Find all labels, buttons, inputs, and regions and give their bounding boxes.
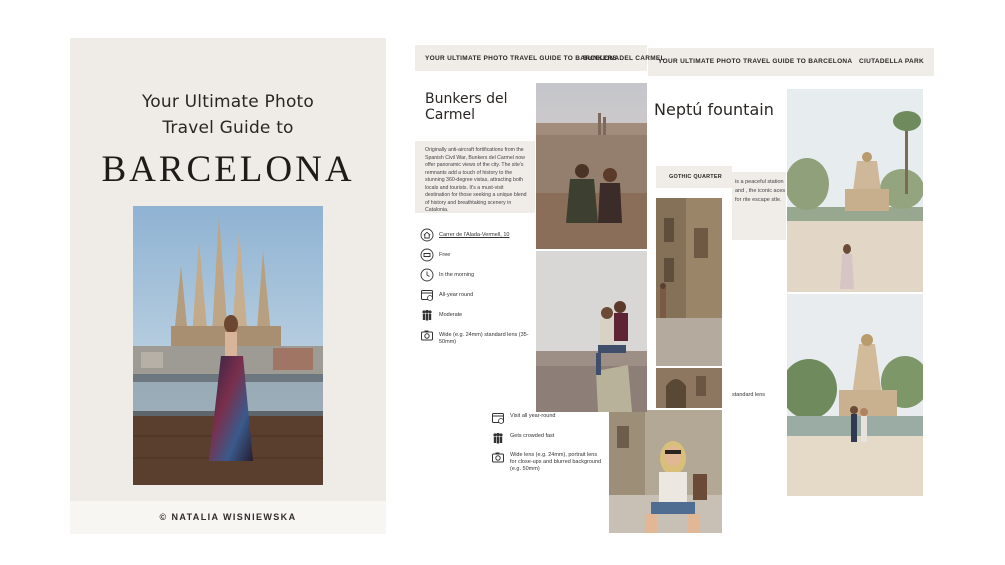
calendar-icon — [421, 290, 433, 301]
cover-subtitle-line1: Your Ultimate Photo — [141, 92, 315, 112]
page-title: Neptú fountain — [654, 100, 774, 119]
info-text: In the morning — [439, 272, 475, 278]
camera-icon — [492, 452, 504, 463]
ebook-cover: Your Ultimate Photo Travel Guide to BARC… — [70, 38, 386, 534]
home-icon — [420, 228, 434, 242]
page-description: Originally anti-aircraft fortifications … — [415, 141, 535, 213]
page-header: YOUR ULTIMATE PHOTO TRAVEL GUIDE TO BARC… — [648, 48, 934, 76]
info-text: All-year round — [439, 292, 474, 298]
info-text: Free — [439, 252, 451, 258]
info-text: Gets crowded fast — [510, 433, 555, 439]
camera-icon — [421, 330, 433, 341]
brochure-preview: Your Ultimate Photo Travel Guide to BARC… — [0, 0, 1005, 565]
photo-woman-sitting-gothic-quarter — [609, 410, 722, 533]
photo-couple-on-bunker — [536, 251, 647, 412]
header-location: CIUTADELLA PARK — [859, 58, 925, 65]
header-guide-title: YOUR ULTIMATE PHOTO TRAVEL GUIDE TO BARC… — [658, 58, 853, 65]
info-text: Moderate — [439, 312, 463, 318]
cover-title: BARCELONA — [101, 149, 355, 190]
page-description-partial: is a peaceful station and , the iconic a… — [732, 172, 786, 240]
info-text: Wide lens (e.g. 24mm), portrait lens for… — [510, 452, 602, 472]
page-bunkers-del-carmel: YOUR ULTIMATE PHOTO TRAVEL GUIDE TO BARC… — [415, 45, 665, 412]
cover-author: © NATALIA WISNIEWSKA — [70, 501, 386, 534]
info-text: Visit all year-round — [510, 413, 556, 419]
clock-icon — [420, 268, 434, 282]
page-header: YOUR ULTIMATE PHOTO TRAVEL GUIDE TO BARC… — [415, 45, 665, 71]
photo-gothic-arch — [656, 368, 722, 408]
address-link[interactable]: Carrer de l'Alada-Vermell, 10 — [439, 232, 535, 239]
lens-info-partial: standard lens — [732, 392, 766, 398]
photo-gothic-street — [656, 198, 722, 366]
cover-subtitle-line2: Travel Guide to — [162, 118, 294, 138]
photo-couple-overlooking-city — [536, 83, 647, 249]
section-label: GOTHIC QUARTER — [656, 166, 732, 188]
crowd-icon — [493, 432, 503, 444]
crowd-icon — [422, 309, 432, 321]
photo-couple-at-fountain — [787, 294, 923, 496]
cover-photo-sagrada-familia — [133, 206, 323, 485]
photo-cascada-fountain — [787, 89, 923, 292]
calendar-icon — [492, 413, 504, 424]
header-location: BUNKERS DEL CARMEL — [583, 55, 665, 62]
ticket-icon — [420, 248, 434, 262]
page-title: Bunkers del Carmel — [425, 91, 508, 123]
info-text: Wide (e.g. 24mm) standard lens (35-50mm) — [439, 332, 529, 345]
